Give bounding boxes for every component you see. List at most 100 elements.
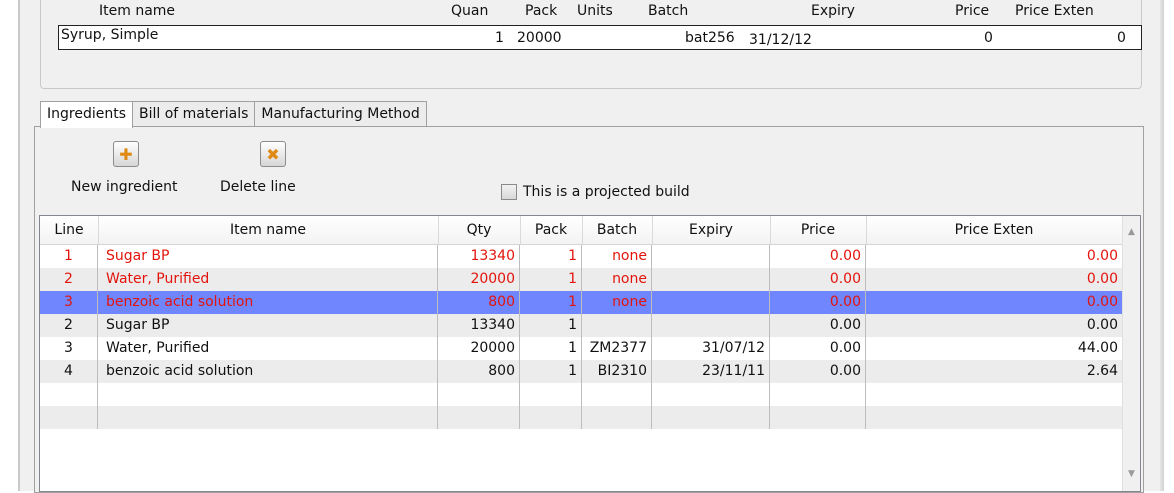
table-row[interactable]: 2 Sugar BP 13340 1 0.00 0.00 xyxy=(40,314,1122,337)
cell-pack[interactable]: 1 xyxy=(520,291,582,314)
cell-line[interactable]: 2 xyxy=(40,268,98,291)
cell-batch[interactable]: none xyxy=(582,245,652,268)
col-price-exten[interactable]: Price Exten xyxy=(866,216,1122,244)
col-expiry[interactable]: Expiry xyxy=(652,216,771,244)
cell-qty[interactable]: 20000 xyxy=(438,337,520,360)
cell-line[interactable]: 3 xyxy=(40,337,98,360)
cell-qty[interactable]: 800 xyxy=(438,291,520,314)
table-row[interactable]: 2 Water, Purified 20000 1 none 0.00 0.00 xyxy=(40,268,1122,291)
cell-qty[interactable]: 13340 xyxy=(438,245,520,268)
cell-price[interactable]: 0.00 xyxy=(770,245,866,268)
triangle-up-icon[interactable]: ▲ xyxy=(1123,224,1140,241)
cell-pack[interactable]: 1 xyxy=(520,314,582,337)
cell-expiry[interactable] xyxy=(652,314,770,337)
cell-pack[interactable] xyxy=(520,383,582,406)
build-item-expiry[interactable]: 31/12/12 xyxy=(749,32,812,48)
tab-bill-of-materials[interactable]: Bill of materials xyxy=(132,101,256,126)
cell-price-exten[interactable] xyxy=(866,406,1122,429)
cell-item-name[interactable]: benzoic acid solution xyxy=(98,360,438,383)
cell-line[interactable] xyxy=(40,383,98,406)
col-item-name[interactable]: Item name xyxy=(98,216,439,244)
cell-price-exten[interactable]: 0.00 xyxy=(866,268,1122,291)
cell-price-exten[interactable]: 0.00 xyxy=(866,245,1122,268)
col-qty[interactable]: Qty xyxy=(438,216,521,244)
tab-manufacturing-method[interactable]: Manufacturing Method xyxy=(254,101,427,126)
cell-price-exten[interactable]: 0.00 xyxy=(866,314,1122,337)
cell-item-name[interactable] xyxy=(98,406,438,429)
cell-pack[interactable] xyxy=(520,406,582,429)
cell-price[interactable]: 0.00 xyxy=(770,337,866,360)
new-ingredient-button[interactable]: ✚ New ingredient xyxy=(71,141,177,195)
cell-price-exten[interactable]: 2.64 xyxy=(866,360,1122,383)
table-row[interactable]: 3 Water, Purified 20000 1 ZM2377 31/07/12 0.00… xyxy=(40,337,1122,360)
cell-qty[interactable]: 800 xyxy=(438,360,520,383)
cell-qty[interactable]: 20000 xyxy=(438,268,520,291)
build-item-quantity[interactable]: 1 xyxy=(495,30,504,46)
cell-item-name[interactable]: Sugar BP xyxy=(98,314,438,337)
cell-batch[interactable] xyxy=(582,406,652,429)
vertical-scrollbar[interactable]: ▲ ▼ xyxy=(1122,216,1140,491)
build-item-batch[interactable]: bat256 xyxy=(685,30,735,46)
cell-pack[interactable]: 1 xyxy=(520,245,582,268)
cell-batch[interactable]: ZM2377 xyxy=(582,337,652,360)
col-line[interactable]: Line xyxy=(40,216,99,244)
col-batch[interactable]: Batch xyxy=(582,216,653,244)
cell-price-exten[interactable]: 44.00 xyxy=(866,337,1122,360)
cell-qty[interactable] xyxy=(438,383,520,406)
cell-pack[interactable]: 1 xyxy=(520,337,582,360)
cell-qty[interactable]: 13340 xyxy=(438,314,520,337)
cell-item-name[interactable]: Water, Purified xyxy=(98,268,438,291)
build-item-name[interactable]: Syrup, Simple xyxy=(61,27,158,43)
cell-price[interactable]: 0.00 xyxy=(770,314,866,337)
build-item-row[interactable]: Syrup, Simple 1 20000 bat256 31/12/12 0 … xyxy=(58,25,1142,50)
projected-build-toggle[interactable]: This is a projected build xyxy=(501,184,690,200)
cell-expiry[interactable]: 23/11/11 xyxy=(652,360,770,383)
table-row[interactable]: 4 benzoic acid solution 800 1 BI2310 23/11/11… xyxy=(40,360,1122,383)
triangle-down-icon[interactable]: ▼ xyxy=(1123,466,1140,483)
cell-batch[interactable] xyxy=(582,314,652,337)
delete-line-button[interactable]: ✖ Delete line xyxy=(220,141,296,195)
cell-price[interactable]: 0.00 xyxy=(770,268,866,291)
cell-expiry[interactable]: 31/07/12 xyxy=(652,337,770,360)
table-row[interactable] xyxy=(40,406,1122,429)
cell-item-name[interactable]: Sugar BP xyxy=(98,245,438,268)
build-item-price-exten[interactable]: 0 xyxy=(1117,30,1126,46)
col-pack[interactable]: Pack xyxy=(520,216,583,244)
plus-icon[interactable]: ✚ xyxy=(113,141,139,167)
tab-ingredients[interactable]: Ingredients xyxy=(40,101,133,128)
cell-batch[interactable] xyxy=(582,383,652,406)
cell-line[interactable]: 2 xyxy=(40,314,98,337)
table-row[interactable]: 1 Sugar BP 13340 1 none 0.00 0.00 xyxy=(40,245,1122,268)
col-price[interactable]: Price xyxy=(770,216,867,244)
ingredients-table[interactable]: Line Item name Qty Pack Batch Expiry Pri… xyxy=(39,215,1141,492)
cell-price[interactable] xyxy=(770,406,866,429)
table-row[interactable] xyxy=(40,383,1122,406)
cell-qty[interactable] xyxy=(438,406,520,429)
cell-item-name[interactable]: benzoic acid solution xyxy=(98,291,438,314)
cell-expiry[interactable] xyxy=(652,406,770,429)
cell-item-name[interactable]: Water, Purified xyxy=(98,337,438,360)
cell-expiry[interactable] xyxy=(652,268,770,291)
build-item-price[interactable]: 0 xyxy=(984,30,993,46)
cell-line[interactable]: 1 xyxy=(40,245,98,268)
cell-batch[interactable]: none xyxy=(582,268,652,291)
cell-line[interactable]: 3 xyxy=(40,291,98,314)
cell-pack[interactable]: 1 xyxy=(520,268,582,291)
cell-price[interactable]: 0.00 xyxy=(770,360,866,383)
cell-price-exten[interactable] xyxy=(866,383,1122,406)
cell-line[interactable] xyxy=(40,406,98,429)
x-icon[interactable]: ✖ xyxy=(260,141,286,167)
cell-expiry[interactable] xyxy=(652,383,770,406)
cell-price[interactable]: 0.00 xyxy=(770,291,866,314)
table-row[interactable]: 3 benzoic acid solution 800 1 none 0.00 0.00 xyxy=(40,291,1122,314)
cell-pack[interactable]: 1 xyxy=(520,360,582,383)
cell-price[interactable] xyxy=(770,383,866,406)
cell-item-name[interactable] xyxy=(98,383,438,406)
cell-expiry[interactable] xyxy=(652,245,770,268)
cell-line[interactable]: 4 xyxy=(40,360,98,383)
cell-batch[interactable]: BI2310 xyxy=(582,360,652,383)
cell-price-exten[interactable]: 0.00 xyxy=(866,291,1122,314)
projected-build-checkbox[interactable] xyxy=(501,184,517,200)
cell-batch[interactable]: none xyxy=(582,291,652,314)
cell-expiry[interactable] xyxy=(652,291,770,314)
